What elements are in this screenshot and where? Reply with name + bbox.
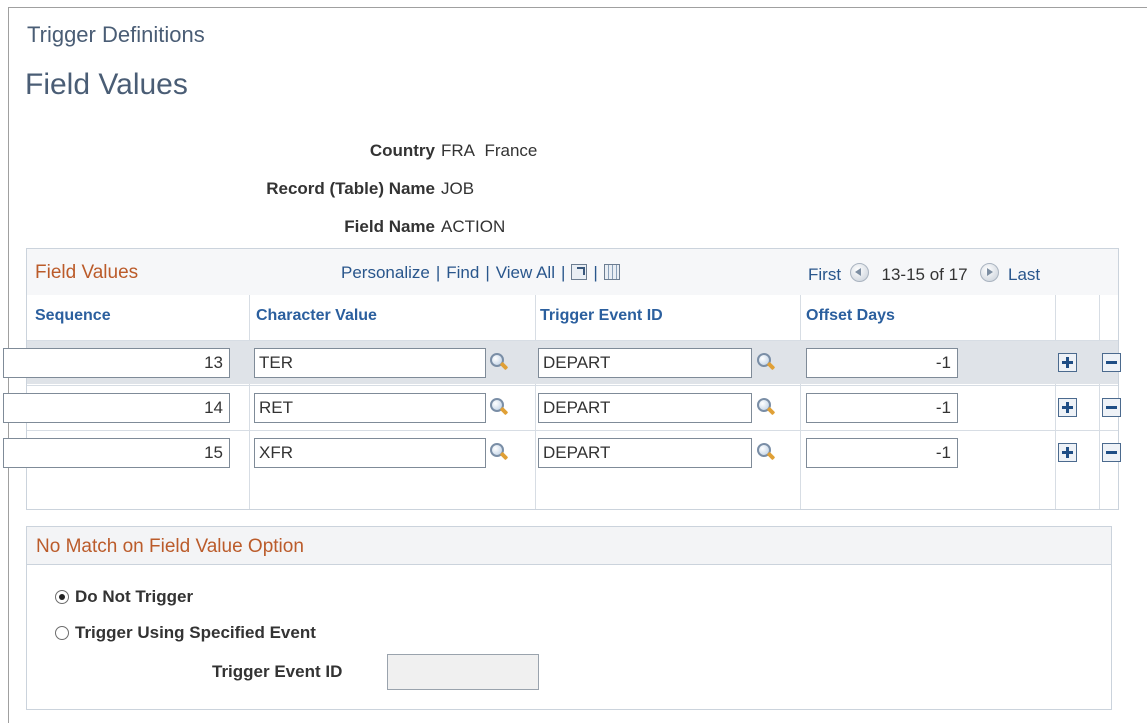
- grid-header: Field Values Personalize | Find | View All | |…: [27, 249, 1118, 295]
- country-label: Country: [369, 141, 435, 160]
- page-title: Field Values: [25, 68, 188, 101]
- offset-days-input[interactable]: [806, 348, 958, 378]
- field-name-label: Field Name: [344, 217, 435, 236]
- row-range: 13-15 of 17: [881, 265, 968, 284]
- trigger-event-id-field: [387, 654, 539, 690]
- separator: |: [593, 263, 598, 282]
- do-not-trigger-label: Do Not Trigger: [75, 587, 194, 606]
- grid-tools: Personalize | Find | View All | |: [341, 263, 620, 283]
- lookup-magnifier-icon[interactable]: [489, 352, 509, 372]
- trigger-event-id-input[interactable]: [538, 438, 752, 468]
- lookup-magnifier-icon[interactable]: [489, 442, 509, 462]
- next-arrow-icon[interactable]: [980, 263, 1000, 282]
- last-link[interactable]: Last: [1008, 265, 1040, 284]
- record-value: JOB: [441, 179, 475, 198]
- col-header-sequence: Sequence: [35, 307, 111, 324]
- col-header-offset-days: Offset Days: [806, 307, 895, 324]
- separator: |: [485, 263, 490, 282]
- grid-title: Field Values: [35, 262, 139, 283]
- lookup-magnifier-icon[interactable]: [489, 397, 509, 417]
- field-values-grid: Field Values Personalize | Find | View All | |…: [3, 248, 1121, 510]
- group-title: No Match on Field Value Option: [36, 536, 304, 557]
- table-row: [3, 340, 1121, 384]
- field-name-value: ACTION: [441, 217, 506, 236]
- no-match-option-group: No Match on Field Value Option Do Not Tr…: [26, 526, 1112, 710]
- trigger-event-id-input[interactable]: [538, 393, 752, 423]
- lookup-magnifier-icon[interactable]: [756, 442, 776, 462]
- offset-days-input[interactable]: [806, 438, 958, 468]
- group-header: No Match on Field Value Option: [27, 527, 1111, 565]
- character-value-input[interactable]: [254, 393, 486, 423]
- country-value: FRA France: [441, 141, 537, 161]
- offset-days-input[interactable]: [806, 393, 958, 423]
- breadcrumb: Trigger Definitions: [27, 22, 205, 47]
- trigger-specified-event-radio[interactable]: [55, 626, 69, 640]
- country-name: France: [484, 141, 538, 160]
- col-header-trigger-event-id: Trigger Event ID: [540, 307, 663, 324]
- delete-row-icon[interactable]: [1102, 443, 1121, 462]
- personalize-link[interactable]: Personalize: [341, 263, 430, 282]
- table-row: [3, 430, 1121, 474]
- first-link[interactable]: First: [808, 265, 841, 284]
- separator: |: [560, 263, 566, 282]
- add-row-icon[interactable]: [1058, 398, 1077, 417]
- lookup-magnifier-icon[interactable]: [756, 397, 776, 417]
- table-row: [3, 385, 1121, 429]
- lookup-magnifier-icon[interactable]: [756, 352, 776, 372]
- do-not-trigger-radio[interactable]: [55, 590, 69, 604]
- new-window-icon[interactable]: [571, 264, 588, 280]
- previous-arrow-icon[interactable]: [849, 263, 869, 282]
- spreadsheet-icon[interactable]: [603, 264, 620, 280]
- sequence-input[interactable]: [3, 438, 230, 468]
- trigger-event-id-label: Trigger Event ID: [212, 662, 343, 681]
- column-header-row: Sequence Character Value Trigger Event I…: [27, 295, 1118, 341]
- sequence-input[interactable]: [3, 393, 230, 423]
- find-link[interactable]: Find: [446, 263, 479, 282]
- trigger-specified-event-label: Trigger Using Specified Event: [75, 623, 316, 642]
- add-row-icon[interactable]: [1058, 353, 1077, 372]
- country-code: FRA: [441, 141, 475, 160]
- character-value-input[interactable]: [254, 348, 486, 378]
- delete-row-icon[interactable]: [1102, 398, 1121, 417]
- delete-row-icon[interactable]: [1102, 353, 1121, 372]
- col-header-character-value: Character Value: [256, 307, 377, 324]
- character-value-input[interactable]: [254, 438, 486, 468]
- add-row-icon[interactable]: [1058, 443, 1077, 462]
- grid-navigation: First 13-15 of 17 Last: [808, 263, 1040, 285]
- trigger-event-id-input[interactable]: [538, 348, 752, 378]
- separator: |: [435, 263, 441, 282]
- view-all-link[interactable]: View All: [496, 263, 555, 282]
- sequence-input[interactable]: [3, 348, 230, 378]
- record-label: Record (Table) Name: [266, 179, 435, 198]
